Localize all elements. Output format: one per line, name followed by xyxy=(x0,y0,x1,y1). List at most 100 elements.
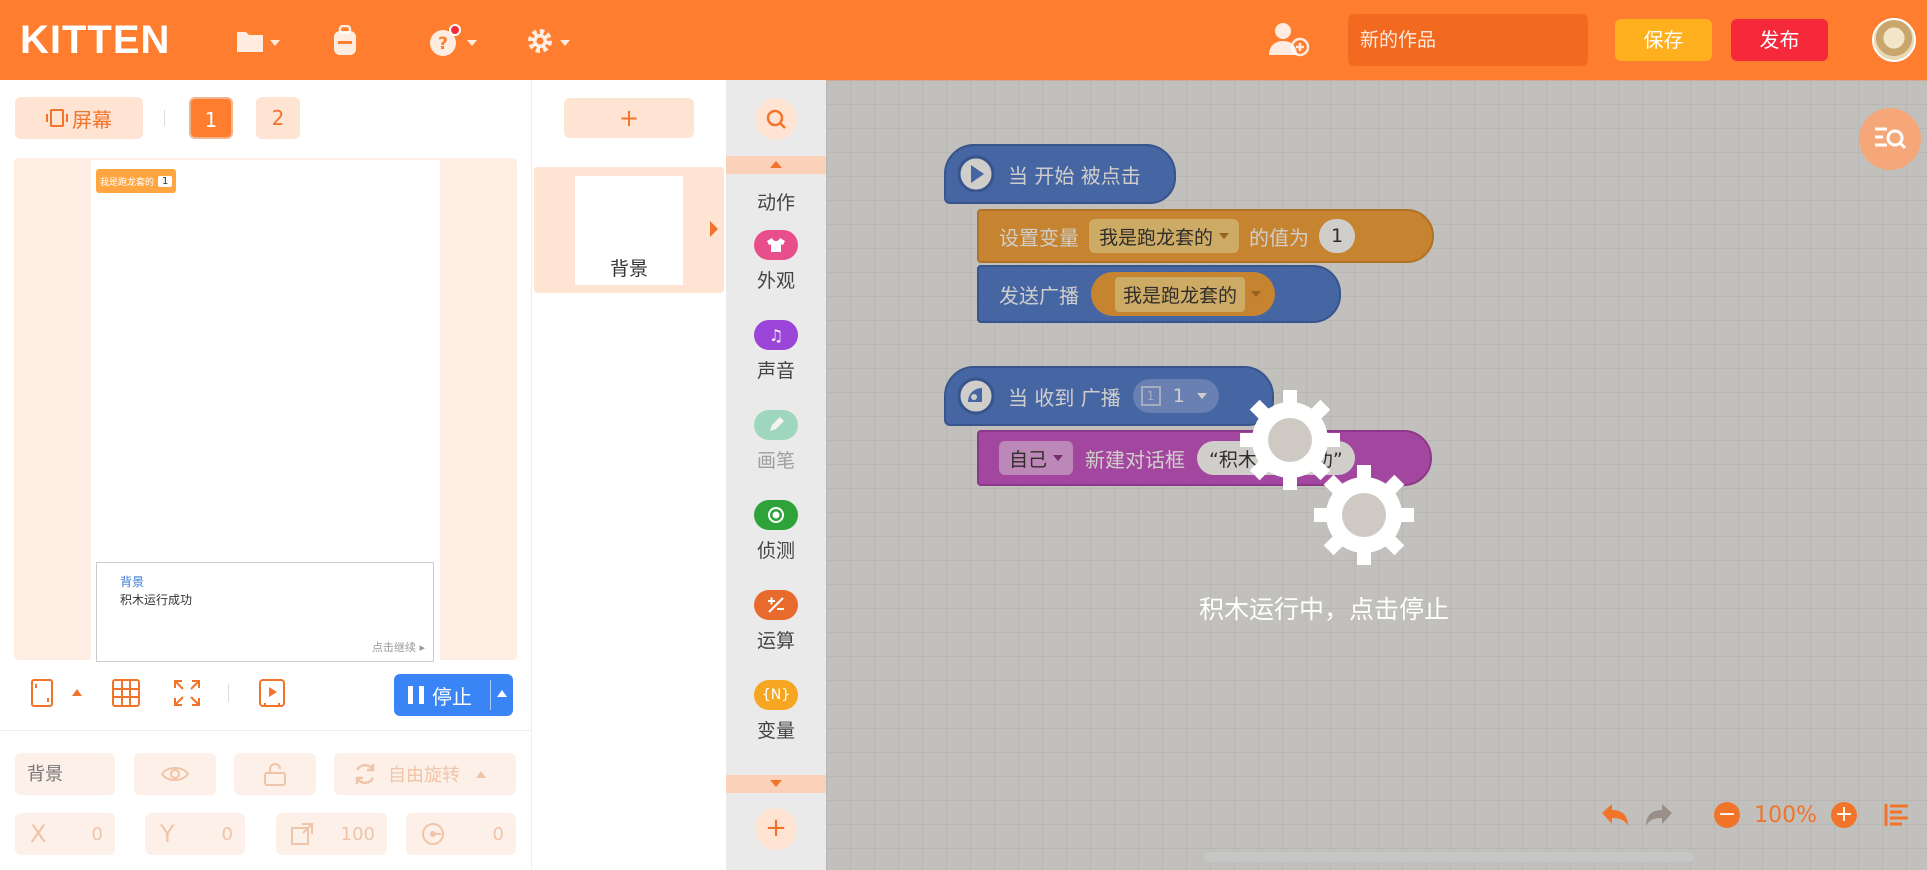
screen-label: 屏幕 xyxy=(72,107,112,132)
zoom-in-button[interactable]: + xyxy=(1831,802,1857,828)
chevron-down-icon xyxy=(560,40,570,46)
divider xyxy=(0,730,532,731)
redo-icon[interactable] xyxy=(1644,802,1674,828)
sensing-icon xyxy=(754,500,798,530)
category-sensing[interactable]: 侦测 xyxy=(726,500,826,563)
category-label: 声音 xyxy=(756,360,795,382)
grid-toggle[interactable] xyxy=(110,677,142,709)
y-label: Y xyxy=(160,820,175,848)
fullscreen-icon xyxy=(174,680,200,706)
divider xyxy=(164,110,165,126)
x-field[interactable]: X 0 xyxy=(15,813,115,855)
block-category-column: 动作 外观 ♫ 声音 画笔 侦测 运算 {N} 变量 + xyxy=(726,80,826,870)
block-search-button[interactable] xyxy=(755,98,797,140)
rotate-icon xyxy=(355,763,375,785)
sprite-name-input[interactable] xyxy=(27,763,107,785)
category-variables[interactable]: {N} 变量 xyxy=(726,680,826,743)
direction-field[interactable]: 0 xyxy=(406,813,516,855)
chevron-up-icon[interactable] xyxy=(497,690,507,697)
dialog-continue-label: 点击继续 xyxy=(371,641,416,654)
category-label: 变量 xyxy=(756,720,795,742)
phone-frame-icon xyxy=(31,679,53,707)
video-play-icon xyxy=(259,679,285,707)
save-button[interactable]: 保存 xyxy=(1615,19,1712,61)
stage-frame: 我是跑龙套的 1 背景 积木运行成功 点击继续 ▸ xyxy=(14,158,517,662)
undo-icon[interactable] xyxy=(1600,802,1630,828)
fullscreen-button[interactable] xyxy=(171,677,203,709)
search-icon xyxy=(766,109,786,129)
scene-tab-2[interactable]: 2 xyxy=(256,97,300,139)
variable-monitor-name: 我是跑龙套的 xyxy=(100,177,155,188)
lock-toggle[interactable] xyxy=(234,753,316,795)
search-blocks-button[interactable] xyxy=(1859,108,1921,170)
publish-button[interactable]: 发布 xyxy=(1731,19,1828,61)
zoom-controls: − 100% + xyxy=(1600,802,1911,828)
y-value: 0 xyxy=(221,823,233,845)
variable-monitor[interactable]: 我是跑龙套的 1 xyxy=(96,169,177,193)
dialog-message: 积木运行成功 xyxy=(120,593,193,607)
category-label: 运算 xyxy=(756,630,795,652)
script-workspace[interactable]: 当 开始 被点击 设置变量 我是跑龙套的 的值为 1 发送广播 我是跑龙套的 当… xyxy=(826,80,1927,870)
chevron-up-icon xyxy=(770,161,782,168)
music-icon: ♫ xyxy=(754,320,798,350)
category-motion[interactable]: 动作 xyxy=(726,182,826,215)
visibility-toggle[interactable] xyxy=(134,753,216,795)
arrange-blocks-icon[interactable] xyxy=(1883,802,1911,828)
add-user-icon xyxy=(1269,23,1310,57)
add-sprite-button[interactable]: + xyxy=(564,98,694,138)
zoom-out-button[interactable]: − xyxy=(1714,802,1741,828)
x-label: X xyxy=(30,820,47,848)
category-pen[interactable]: 画笔 xyxy=(726,410,826,473)
grid-icon xyxy=(112,679,140,707)
horizontal-scrollbar[interactable] xyxy=(1204,852,1694,862)
backpack-icon xyxy=(334,25,356,55)
running-status-text[interactable]: 积木运行中，点击停止 xyxy=(1199,590,1449,626)
dialog-speaker: 背景 xyxy=(120,575,145,589)
settings-menu[interactable] xyxy=(525,24,570,58)
sprite-name: 背景 xyxy=(609,258,648,280)
pause-icon xyxy=(408,686,424,704)
chevron-down-icon xyxy=(270,40,280,46)
chevron-right-icon[interactable] xyxy=(710,221,718,237)
add-collaborator-button[interactable] xyxy=(1268,22,1310,57)
chevron-up-icon[interactable] xyxy=(72,689,82,696)
category-looks[interactable]: 外观 xyxy=(726,230,826,293)
backpack-button[interactable] xyxy=(330,24,360,58)
zoom-level: 100% xyxy=(1754,802,1817,828)
divider xyxy=(228,684,229,702)
play-small-icon: ▸ xyxy=(419,641,425,654)
sprite-thumbnail: 背景 xyxy=(575,176,683,285)
y-field[interactable]: Y 0 xyxy=(145,813,245,855)
stop-button[interactable]: 停止 xyxy=(394,674,513,716)
screen-button[interactable]: 屏幕 xyxy=(15,97,143,139)
dialog-continue[interactable]: 点击继续 ▸ xyxy=(372,639,425,655)
scene-tab-1[interactable]: 1 xyxy=(189,97,233,139)
stage-canvas[interactable]: 我是跑龙套的 1 背景 积木运行成功 点击继续 ▸ xyxy=(91,160,440,662)
direction-icon xyxy=(422,823,444,845)
app-logo: KITTEN xyxy=(20,18,171,62)
category-operators[interactable]: 运算 xyxy=(726,590,826,653)
screen-icon xyxy=(46,109,68,127)
list-search-icon xyxy=(1875,127,1907,150)
device-size-button[interactable] xyxy=(26,677,58,709)
category-sound[interactable]: ♫ 声音 xyxy=(726,320,826,383)
rotation-mode-select[interactable]: 自由旋转 xyxy=(334,753,516,795)
x-value: 0 xyxy=(91,823,103,845)
add-extension-button[interactable]: + xyxy=(755,808,797,850)
shirt-icon xyxy=(754,230,798,260)
stage-dialog[interactable]: 背景 积木运行成功 点击继续 ▸ xyxy=(96,562,434,662)
project-name-input[interactable] xyxy=(1348,14,1588,66)
size-field[interactable]: 100 xyxy=(276,813,387,855)
preview-button[interactable] xyxy=(256,677,288,709)
sprite-list: + 背景 xyxy=(532,80,726,870)
file-menu[interactable] xyxy=(235,24,280,58)
help-menu[interactable]: ? xyxy=(428,24,477,58)
sprite-name-field[interactable] xyxy=(15,753,115,795)
category-scroll-down[interactable] xyxy=(726,775,826,793)
folder-icon xyxy=(237,32,263,52)
chevron-up-icon xyxy=(476,770,486,778)
category-scroll-up[interactable] xyxy=(726,156,826,174)
category-label: 外观 xyxy=(756,270,795,292)
sprite-card-background[interactable]: 背景 xyxy=(534,167,724,293)
avatar[interactable] xyxy=(1872,18,1916,62)
